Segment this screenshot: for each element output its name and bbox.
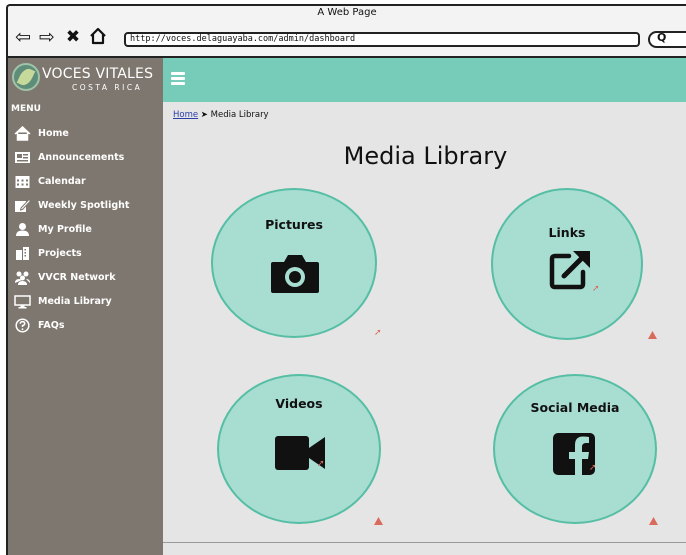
sidebar-item-label: Media Library (38, 296, 112, 307)
sidebar-item-weekly-spotlight[interactable]: Weekly Spotlight (14, 197, 160, 217)
leaf-logo-icon (12, 63, 40, 91)
chevron-right-icon: ➤ (198, 110, 211, 120)
sidebar-item-home[interactable]: Home (14, 125, 160, 145)
brand-subtitle: COSTA RICA (72, 83, 143, 92)
tile-label: Links (548, 225, 586, 240)
sidebar-item-label: Announcements (38, 152, 125, 163)
tile-label: Videos (275, 396, 323, 411)
menu-label: MENU (11, 104, 41, 114)
tile-social-media[interactable]: Social Media ➚ (493, 374, 657, 524)
sidebar-item-vvcr-network[interactable]: VVCR Network (14, 269, 160, 289)
sidebar: MENU Home Announcements Calendar Weekly … (8, 102, 163, 555)
question-icon (14, 318, 31, 333)
camera-icon (269, 252, 321, 298)
browser-toolbar: ⇦ ⇨ ✖ http://voces.delaguayaba.com/admin… (8, 22, 686, 56)
warning-icon (648, 331, 657, 339)
address-bar[interactable]: http://voces.delaguayaba.com/admin/dashb… (124, 32, 640, 47)
home-icon[interactable] (84, 26, 112, 48)
link-marker-icon: ➚ (592, 284, 600, 294)
edit-icon (14, 198, 32, 213)
sidebar-item-label: Calendar (38, 176, 86, 187)
breadcrumb: Home ➤ Media Library (173, 110, 269, 120)
tile-label: Pictures (265, 217, 323, 232)
sidebar-item-label: FAQs (38, 320, 65, 331)
newspaper-icon (14, 150, 31, 165)
footer-strip (163, 542, 686, 555)
search-field[interactable]: Q (648, 31, 686, 48)
building-icon (14, 246, 31, 261)
monitor-icon (14, 294, 31, 309)
user-icon (14, 222, 31, 237)
app-header: VOCES VITALES COSTA RICA (8, 58, 686, 102)
warning-icon (649, 517, 658, 525)
breadcrumb-home-link[interactable]: Home (173, 110, 198, 120)
hamburger-menu-icon[interactable] (171, 72, 185, 85)
browser-window: A Web Page ⇦ ⇨ ✖ http://voces.delaguayab… (6, 4, 686, 555)
sidebar-item-label: Weekly Spotlight (38, 200, 130, 211)
warning-icon (374, 517, 383, 525)
sidebar-item-label: Home (38, 128, 69, 139)
close-icon[interactable]: ✖ (62, 26, 84, 48)
brand-logo[interactable]: VOCES VITALES COSTA RICA (8, 58, 163, 102)
calendar-icon (14, 174, 31, 189)
tile-videos[interactable]: Videos ➚ (217, 374, 381, 524)
sidebar-item-calendar[interactable]: Calendar (14, 173, 160, 193)
page-title: Media Library (343, 142, 508, 170)
link-marker-icon: ➚ (317, 459, 325, 469)
sidebar-item-media-library[interactable]: Media Library (14, 293, 160, 313)
link-marker-icon: ➚ (374, 328, 382, 338)
sidebar-item-projects[interactable]: Projects (14, 245, 160, 265)
breadcrumb-current: Media Library (210, 110, 269, 120)
brand-name: VOCES VITALES (42, 66, 154, 82)
link-marker-icon: ➚ (589, 463, 597, 473)
sidebar-item-faqs[interactable]: FAQs (14, 317, 160, 337)
home-icon (14, 125, 31, 141)
window-title: A Web Page (317, 7, 377, 18)
network-icon (14, 270, 31, 285)
main-content: Home ➤ Media Library Media Library Pictu… (163, 102, 686, 542)
back-icon[interactable]: ⇦ (12, 26, 34, 48)
tile-label: Social Media (530, 400, 620, 415)
sidebar-item-announcements[interactable]: Announcements (14, 149, 160, 169)
sidebar-item-label: Projects (38, 248, 82, 259)
sidebar-item-label: VVCR Network (38, 272, 116, 283)
video-camera-icon (273, 434, 327, 476)
external-link-icon (549, 248, 593, 294)
forward-icon[interactable]: ⇨ (36, 26, 58, 48)
sidebar-item-my-profile[interactable]: My Profile (14, 221, 160, 241)
tile-pictures[interactable]: Pictures (211, 188, 377, 338)
tile-links[interactable]: Links ➚ (491, 188, 643, 340)
sidebar-item-label: My Profile (38, 224, 92, 235)
search-icon: Q (657, 31, 667, 44)
